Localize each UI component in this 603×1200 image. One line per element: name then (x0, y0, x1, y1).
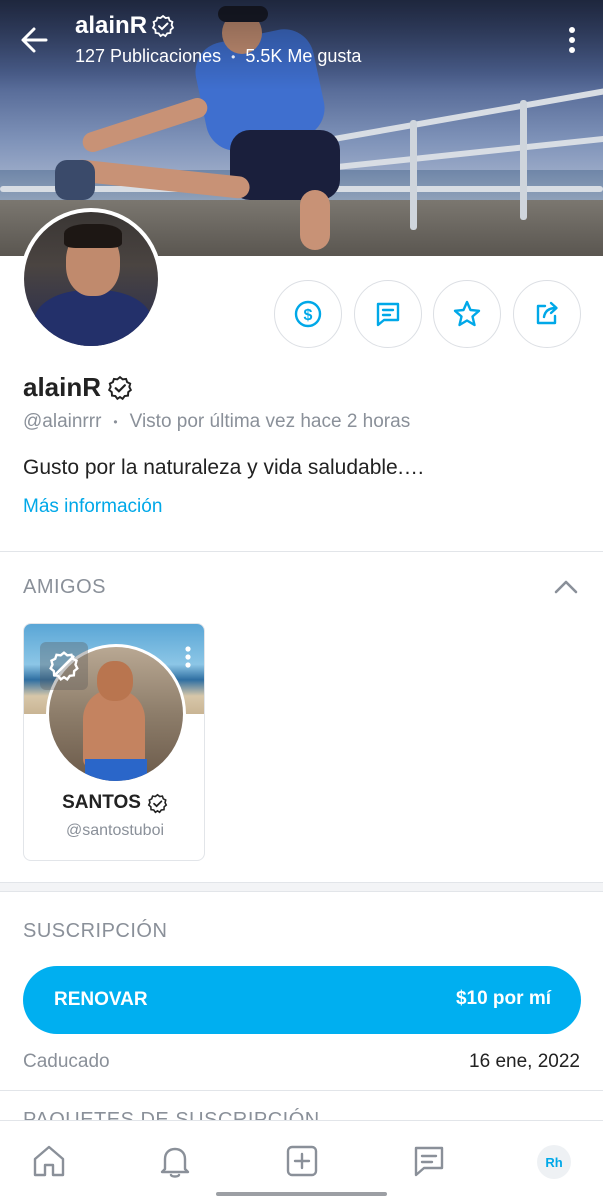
more-vertical-icon (569, 27, 575, 53)
renew-label: RENOVAR (54, 989, 148, 1010)
home-indicator (216, 1192, 387, 1196)
cover-figure-arm (80, 95, 210, 155)
friend-body (83, 689, 145, 769)
avatar-hair (64, 224, 122, 248)
avatar-shirt (34, 290, 152, 346)
friend-shorts (85, 759, 147, 781)
back-button[interactable] (16, 22, 56, 58)
share-button[interactable] (513, 280, 581, 348)
handle-separator: • (113, 415, 118, 429)
more-vertical-icon (185, 646, 191, 668)
nav-new-post-button[interactable] (280, 1139, 324, 1183)
verified-icon (151, 14, 175, 38)
expired-label: Caducado (23, 1051, 110, 1072)
friend-name-text: SANTOS (62, 792, 141, 813)
tip-button[interactable]: $ (274, 280, 342, 348)
collapse-friends-button[interactable] (552, 576, 580, 598)
cover-figure-leg-back (300, 190, 330, 250)
profile-name: alainR (23, 372, 133, 403)
nav-profile-avatar[interactable]: Rh (537, 1145, 571, 1179)
last-seen: Visto por última vez hace 2 horas (129, 411, 411, 432)
plus-square-icon (286, 1145, 318, 1177)
avatar-photo (24, 212, 158, 346)
divider (0, 1090, 603, 1091)
profile-avatar[interactable] (20, 208, 162, 350)
svg-text:$: $ (304, 307, 313, 324)
friend-more-button[interactable] (178, 644, 198, 672)
bottom-navigation: Rh (0, 1120, 603, 1200)
star-icon (453, 300, 481, 327)
header-title: alainR (75, 12, 175, 40)
home-icon (33, 1145, 65, 1177)
more-options-button[interactable] (560, 24, 584, 56)
message-icon (376, 302, 400, 327)
badge-off-icon (49, 651, 79, 681)
cover-post (410, 120, 417, 230)
likes-count: 5.5K Me gusta (245, 46, 362, 66)
expired-date: 16 ene, 2022 (469, 1051, 580, 1072)
section-gap (0, 882, 603, 892)
more-info-link[interactable]: Más información (23, 496, 162, 518)
chevron-up-icon (554, 580, 578, 594)
header-username: alainR (75, 12, 148, 39)
friend-card[interactable]: SANTOS @santostuboi (23, 623, 205, 861)
cover-railing-mid (330, 135, 603, 171)
subscription-bundles-title: PAQUETES DE SUSCRIPCIÓN (23, 1109, 320, 1120)
friends-section-title: AMIGOS (23, 576, 107, 598)
stats-separator: • (231, 49, 236, 64)
header-stats: 127 Publicaciones • 5.5K Me gusta (75, 46, 361, 67)
favorite-button[interactable] (433, 280, 501, 348)
nav-notifications-button[interactable] (153, 1139, 197, 1183)
top-bar: alainR 127 Publicaciones • 5.5K Me gusta (0, 0, 603, 80)
renew-subscription-button[interactable]: RENOVAR $10 por mí (23, 966, 581, 1034)
nav-messages-button[interactable] (407, 1139, 451, 1183)
profile-display-name: alainR (23, 372, 102, 402)
profile-handle: @alainrrr (23, 411, 102, 432)
divider (0, 551, 603, 552)
cover-post (520, 100, 527, 220)
subscription-section-title: SUSCRIPCIÓN (23, 920, 168, 942)
nav-home-button[interactable] (27, 1139, 71, 1183)
friend-badge-button[interactable] (40, 642, 88, 690)
friend-head (97, 661, 133, 701)
friend-name: SANTOS (24, 792, 204, 814)
cover-railing-top (331, 87, 603, 143)
arrow-left-icon (21, 27, 48, 53)
dollar-icon: $ (294, 300, 322, 328)
message-button[interactable] (354, 280, 422, 348)
renew-price: $10 por mí (455, 988, 551, 1009)
friend-handle: @santostuboi (65, 822, 165, 839)
cover-figure-shoe (55, 160, 95, 200)
bell-icon (160, 1147, 190, 1178)
verified-icon (147, 793, 168, 813)
posts-count: 127 Publicaciones (75, 46, 222, 66)
message-icon (414, 1146, 444, 1177)
verified-icon (107, 375, 133, 400)
share-icon (536, 301, 558, 325)
profile-bio: Gusto por la naturaleza y vida saludable… (23, 456, 425, 479)
handle-line: @alainrrr • Visto por última vez hace 2 … (23, 411, 410, 433)
